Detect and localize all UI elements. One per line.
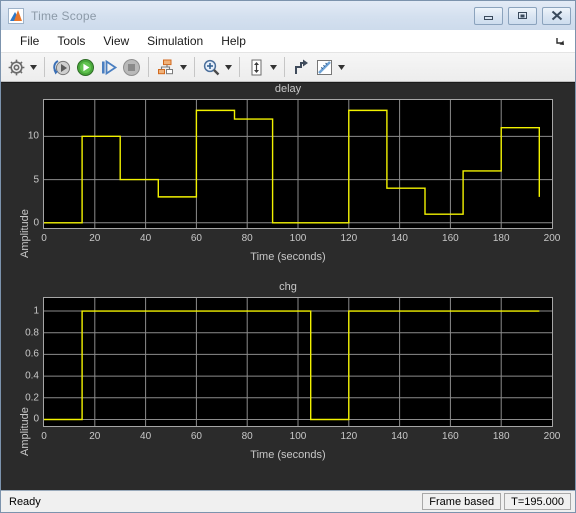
minimize-button[interactable] — [474, 6, 503, 25]
chart-chg-xlabel: Time (seconds) — [250, 449, 326, 461]
undock-arrow-icon[interactable] — [555, 36, 566, 47]
y-tick-label: 5 — [33, 174, 39, 186]
menu-bar: File Tools View Simulation Help — [1, 30, 575, 53]
measurements-dropdown-arrow-icon[interactable] — [336, 56, 347, 78]
x-tick-label: 0 — [41, 431, 47, 442]
y-tick-label: 0.6 — [25, 348, 39, 360]
chart-chg-title: chg — [279, 281, 297, 293]
y-tick-label: 0.2 — [25, 392, 39, 404]
toolbar-separator — [239, 57, 240, 77]
x-tick-label: 20 — [89, 233, 101, 244]
restore-button[interactable] — [508, 6, 537, 25]
menu-item-simulation[interactable]: Simulation — [138, 32, 212, 50]
y-tick-label: 0 — [33, 217, 39, 229]
trace-chg — [44, 310, 540, 421]
status-badge-time: T=195.000 — [504, 493, 571, 510]
status-badge-frame-mode: Frame based — [422, 493, 502, 510]
chart-delay: delay Amplitude 0 5 10 0 20 40 60 80 100 120 140 1… — [1, 83, 575, 283]
configuration-dropdown-arrow-icon[interactable] — [28, 56, 39, 78]
x-tick-label: 40 — [140, 233, 152, 244]
y-tick-label: 0 — [33, 413, 39, 425]
y-tick-label: 0.4 — [25, 370, 39, 382]
toolbar-separator — [44, 57, 45, 77]
y-tick-label: 10 — [27, 130, 39, 142]
x-tick-label: 180 — [492, 431, 510, 442]
autoscale-dropdown-arrow-icon[interactable] — [268, 56, 279, 78]
x-tick-label: 60 — [190, 233, 202, 244]
x-tick-label: 100 — [289, 233, 307, 244]
scale-axes-limits-button[interactable] — [290, 55, 313, 79]
toolbar-separator — [284, 57, 285, 77]
x-tick-label: 120 — [340, 233, 358, 244]
menu-item-file[interactable]: File — [11, 32, 48, 50]
time-scope-window: Time Scope File Tools View Simulation He… — [0, 0, 576, 513]
chart-chg: chg Amplitude 0 0.2 0.4 0.6 0.8 1 0 20 40 60 80 10… — [1, 281, 575, 481]
y-tick-label: 1 — [33, 305, 39, 317]
stop-button[interactable] — [120, 55, 143, 79]
matlab-icon — [8, 7, 24, 24]
toolbar-separator — [148, 57, 149, 77]
autoscale-button[interactable] — [245, 55, 268, 79]
x-tick-label: 140 — [391, 233, 408, 244]
chart-delay-plot-area[interactable] — [43, 99, 553, 229]
toolbar — [1, 53, 575, 82]
x-tick-label: 180 — [492, 233, 510, 244]
close-button[interactable] — [542, 6, 571, 25]
chart-chg-plot-area[interactable] — [43, 297, 553, 427]
x-tick-label: 200 — [543, 233, 561, 244]
x-tick-label: 120 — [340, 431, 358, 442]
title-bar: Time Scope — [1, 1, 575, 30]
signal-selection-dropdown-arrow-icon[interactable] — [178, 56, 189, 78]
menu-item-help[interactable]: Help — [212, 32, 255, 50]
measurements-button[interactable] — [313, 55, 336, 79]
scope-display-area: delay Amplitude 0 5 10 0 20 40 60 80 100 120 140 1… — [1, 82, 575, 490]
run-from-start-button[interactable] — [50, 55, 74, 79]
status-message: Ready — [9, 495, 41, 508]
window-title: Time Scope — [31, 8, 97, 23]
x-tick-label: 160 — [442, 233, 459, 244]
menu-item-view[interactable]: View — [94, 32, 138, 50]
chart-delay-title: delay — [274, 83, 302, 95]
x-tick-label: 20 — [89, 431, 101, 442]
x-tick-label: 40 — [140, 431, 152, 442]
trace-delay — [44, 109, 540, 224]
x-tick-label: 200 — [543, 431, 561, 442]
x-tick-label: 80 — [241, 431, 253, 442]
x-tick-label: 60 — [190, 431, 202, 442]
x-tick-label: 160 — [442, 431, 459, 442]
configuration-properties-button[interactable] — [5, 55, 28, 79]
zoom-button[interactable] — [200, 55, 223, 79]
y-tick-label: 0.8 — [25, 327, 39, 339]
run-button[interactable] — [74, 55, 97, 79]
x-tick-label: 80 — [241, 233, 253, 244]
zoom-dropdown-arrow-icon[interactable] — [223, 56, 234, 78]
status-bar: Ready Frame based T=195.000 — [1, 490, 575, 512]
signal-selection-button[interactable] — [154, 55, 178, 79]
menu-item-tools[interactable]: Tools — [48, 32, 94, 50]
step-forward-button[interactable] — [97, 55, 120, 79]
toolbar-separator — [194, 57, 195, 77]
x-tick-label: 100 — [289, 431, 307, 442]
chart-delay-xlabel: Time (seconds) — [250, 251, 326, 263]
x-tick-label: 140 — [391, 431, 408, 442]
x-tick-label: 0 — [41, 233, 47, 244]
